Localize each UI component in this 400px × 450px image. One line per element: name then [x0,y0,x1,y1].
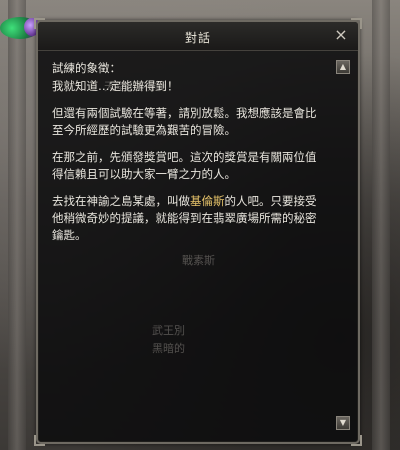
background-label: 武王別 [152,324,185,337]
dialog-heading: 試練的象徵： [52,61,121,75]
dialog-paragraph-3: 在那之前，先頒發獎賞吧。這次的獎賞是有關兩位值得信賴且可以助大家一臂之力的人。 [52,150,317,181]
dialog-scrollbar[interactable]: ▲ ▼ [336,60,350,430]
dialog-text-segment: 去找在神諭之島某處，叫做 [52,194,190,208]
dialog-paragraph-4: 去找在神諭之島某處，叫做基倫斯的人吧。只要接受他稍微奇妙的提議，就能得到在翡翠廣… [52,193,322,244]
background-label: 黑暗的 [152,342,185,355]
dialog-paragraph-2: 但還有兩個試驗在等著，請別放鬆。我想應該是會比至今所經歷的試驗更為艱苦的冒險。 [52,106,317,137]
npc-dialog-window: 對話 × 天堂II透視鏡 戰素斯 武王別 黑暗的 試練的象徵： 我就知道…定能辦… [34,18,362,446]
frame-corner [351,435,362,446]
dialog-title: 對話 [184,31,211,45]
frame-corner [34,435,45,446]
background-pillar [372,0,390,450]
triangle-down-icon[interactable]: ▼ [336,416,350,430]
dialog-titlebar[interactable]: 對話 × [38,22,358,51]
background-pillar [8,0,26,450]
dialog-line-1: 我就知道…定能辦得到！ [52,79,179,93]
background-label: 戰素斯 [182,254,215,267]
npc-name-link[interactable]: 基倫斯 [190,194,225,208]
dialog-text-area: 天堂II透視鏡 戰素斯 武王別 黑暗的 試練的象徵： 我就知道…定能辦得到！ 但… [52,60,322,430]
close-icon[interactable]: × [332,26,350,44]
triangle-up-icon[interactable]: ▲ [336,60,350,74]
